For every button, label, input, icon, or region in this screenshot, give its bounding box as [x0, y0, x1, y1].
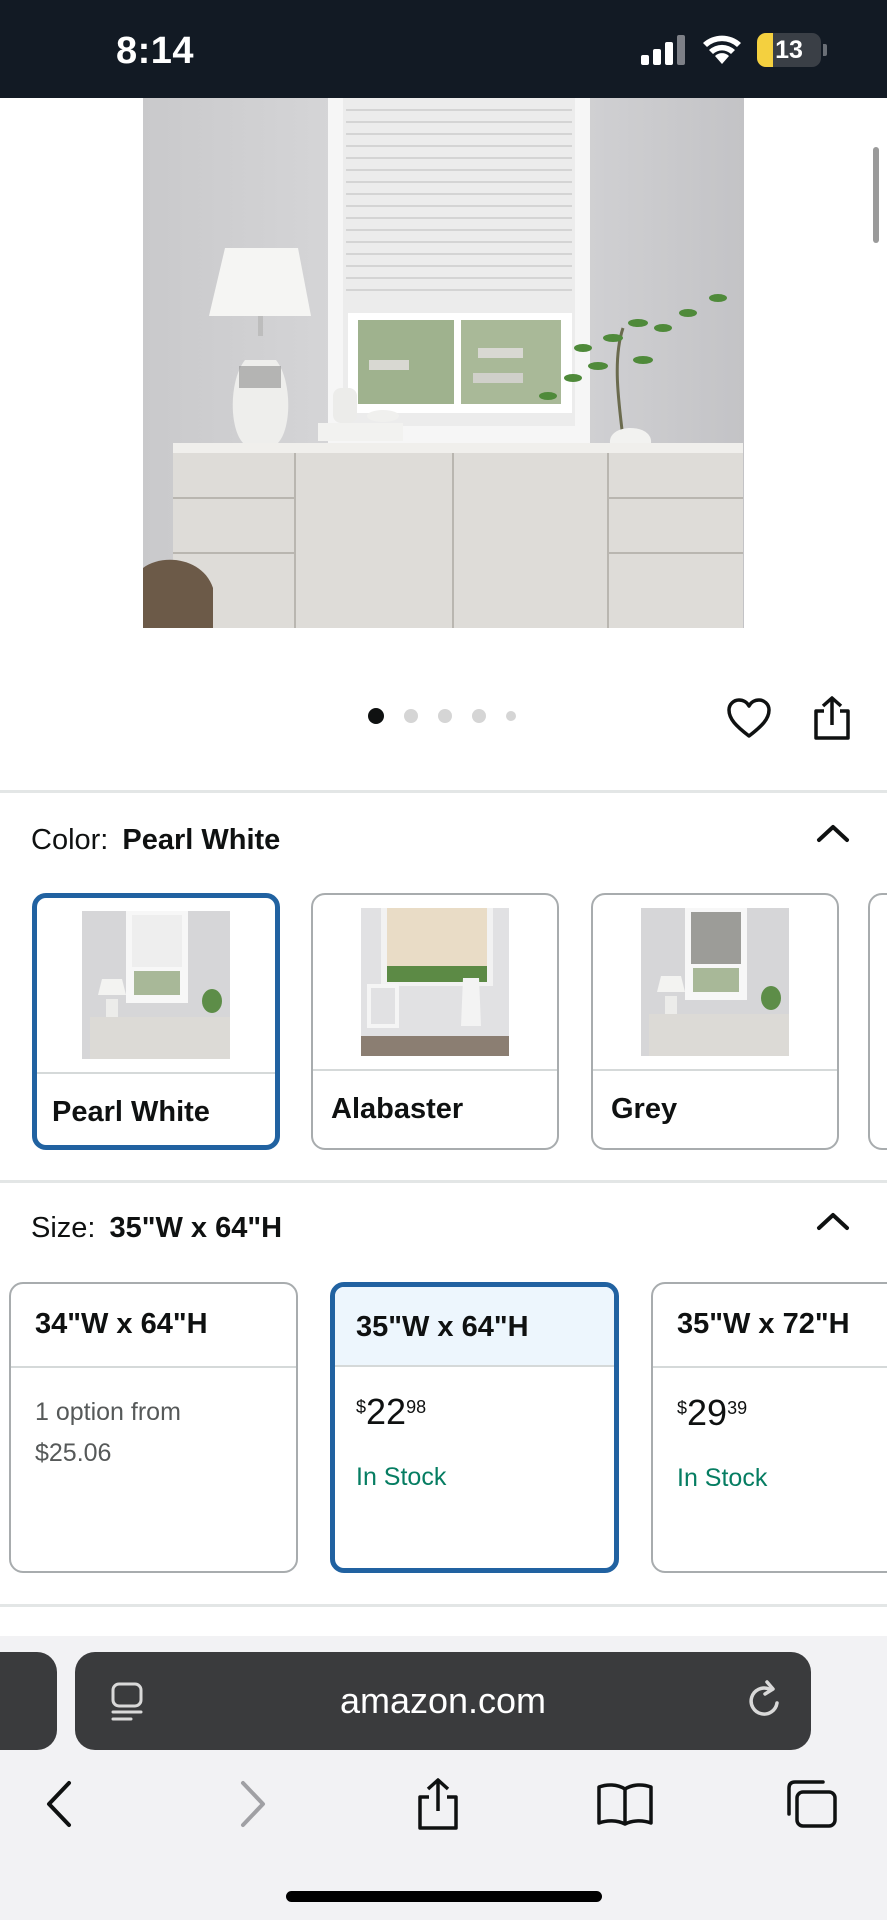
- section-divider: [0, 1604, 887, 1607]
- status-bar: 8:14 13: [0, 0, 887, 98]
- home-indicator[interactable]: [286, 1891, 602, 1902]
- browser-share-button[interactable]: [407, 1773, 469, 1835]
- color-option-label: Alabaster: [331, 1093, 464, 1125]
- size-option-price: $22 98: [356, 1391, 427, 1432]
- image-carousel-dots[interactable]: [368, 708, 516, 724]
- selected-size-value: 35"W x 64"H: [109, 1212, 283, 1244]
- size-label-row: Size: 35"W x 64"H: [31, 1212, 282, 1245]
- size-option-label: 35"W x 72"H: [653, 1284, 887, 1368]
- color-option-label: Grey: [611, 1093, 678, 1125]
- color-option-alabaster[interactable]: Alabaster: [311, 893, 559, 1150]
- heart-icon: [727, 698, 771, 738]
- size-option-availability: 1 option from: [35, 1398, 181, 1426]
- carousel-dot[interactable]: [438, 709, 452, 723]
- color-thumbnail: [361, 908, 509, 1056]
- reload-icon[interactable]: [741, 1678, 787, 1724]
- bookmarks-button[interactable]: [594, 1773, 656, 1835]
- battery-level: 13: [775, 36, 803, 64]
- color-thumbnail-area: [37, 898, 275, 1074]
- color-label: Color:: [31, 824, 109, 856]
- color-thumbnail: [82, 911, 230, 1059]
- wishlist-button[interactable]: [723, 692, 775, 744]
- back-icon: [47, 1781, 71, 1827]
- forward-icon: [241, 1781, 265, 1827]
- tabs-icon: [787, 1780, 837, 1828]
- status-time: 8:14: [116, 30, 195, 72]
- forward-button[interactable]: [222, 1773, 284, 1835]
- size-option-price-from: $25.06: [35, 1439, 112, 1467]
- chevron-up-icon[interactable]: [813, 818, 853, 848]
- color-thumbnail: [641, 908, 789, 1056]
- color-thumbnail-area: [313, 895, 557, 1071]
- section-divider: [0, 790, 887, 793]
- carousel-dot[interactable]: [368, 708, 384, 724]
- section-divider: [0, 1180, 887, 1183]
- bookmarks-icon: [597, 1783, 653, 1826]
- selected-color-value: Pearl White: [122, 824, 281, 856]
- color-option-grey[interactable]: Grey: [591, 893, 839, 1150]
- carousel-dot[interactable]: [506, 711, 516, 721]
- size-option-34x64[interactable]: 34"W x 64"H 1 option from $25.06: [9, 1282, 298, 1573]
- color-label-row: Color: Pearl White: [31, 824, 280, 857]
- color-option-more[interactable]: [868, 893, 887, 1150]
- size-option-label: 34"W x 64"H: [11, 1284, 296, 1368]
- size-label: Size:: [31, 1212, 96, 1244]
- battery-icon: 13: [757, 33, 821, 67]
- size-option-35x72[interactable]: 35"W x 72"H $29 39 In Stock: [651, 1282, 887, 1573]
- size-option-label: 35"W x 64"H: [335, 1287, 614, 1367]
- share-icon: [814, 696, 850, 740]
- product-image[interactable]: [143, 98, 744, 628]
- carousel-dot[interactable]: [404, 709, 418, 723]
- carousel-dot[interactable]: [472, 709, 486, 723]
- share-icon: [418, 1778, 458, 1830]
- scroll-indicator: [873, 147, 879, 243]
- stock-status: In Stock: [356, 1463, 447, 1491]
- cellular-signal-icon: [641, 35, 685, 65]
- size-option-35x64[interactable]: 35"W x 64"H $22 98 In Stock: [330, 1282, 619, 1573]
- size-option-price: $29 39: [677, 1392, 748, 1433]
- color-thumbnail-area: [593, 895, 837, 1071]
- color-option-pearl-white[interactable]: Pearl White: [32, 893, 280, 1150]
- stock-status: In Stock: [677, 1464, 768, 1492]
- tabs-button[interactable]: [780, 1773, 842, 1835]
- color-option-label: Pearl White: [52, 1096, 210, 1128]
- url-text: amazon.com: [339, 1680, 547, 1721]
- previous-tab-peek[interactable]: [0, 1652, 57, 1750]
- wifi-icon: [703, 35, 741, 64]
- address-bar[interactable]: amazon.com: [75, 1652, 811, 1750]
- share-button[interactable]: [806, 692, 858, 744]
- status-icons: 13: [641, 33, 827, 67]
- back-button[interactable]: [28, 1773, 90, 1835]
- chevron-up-icon[interactable]: [813, 1206, 853, 1236]
